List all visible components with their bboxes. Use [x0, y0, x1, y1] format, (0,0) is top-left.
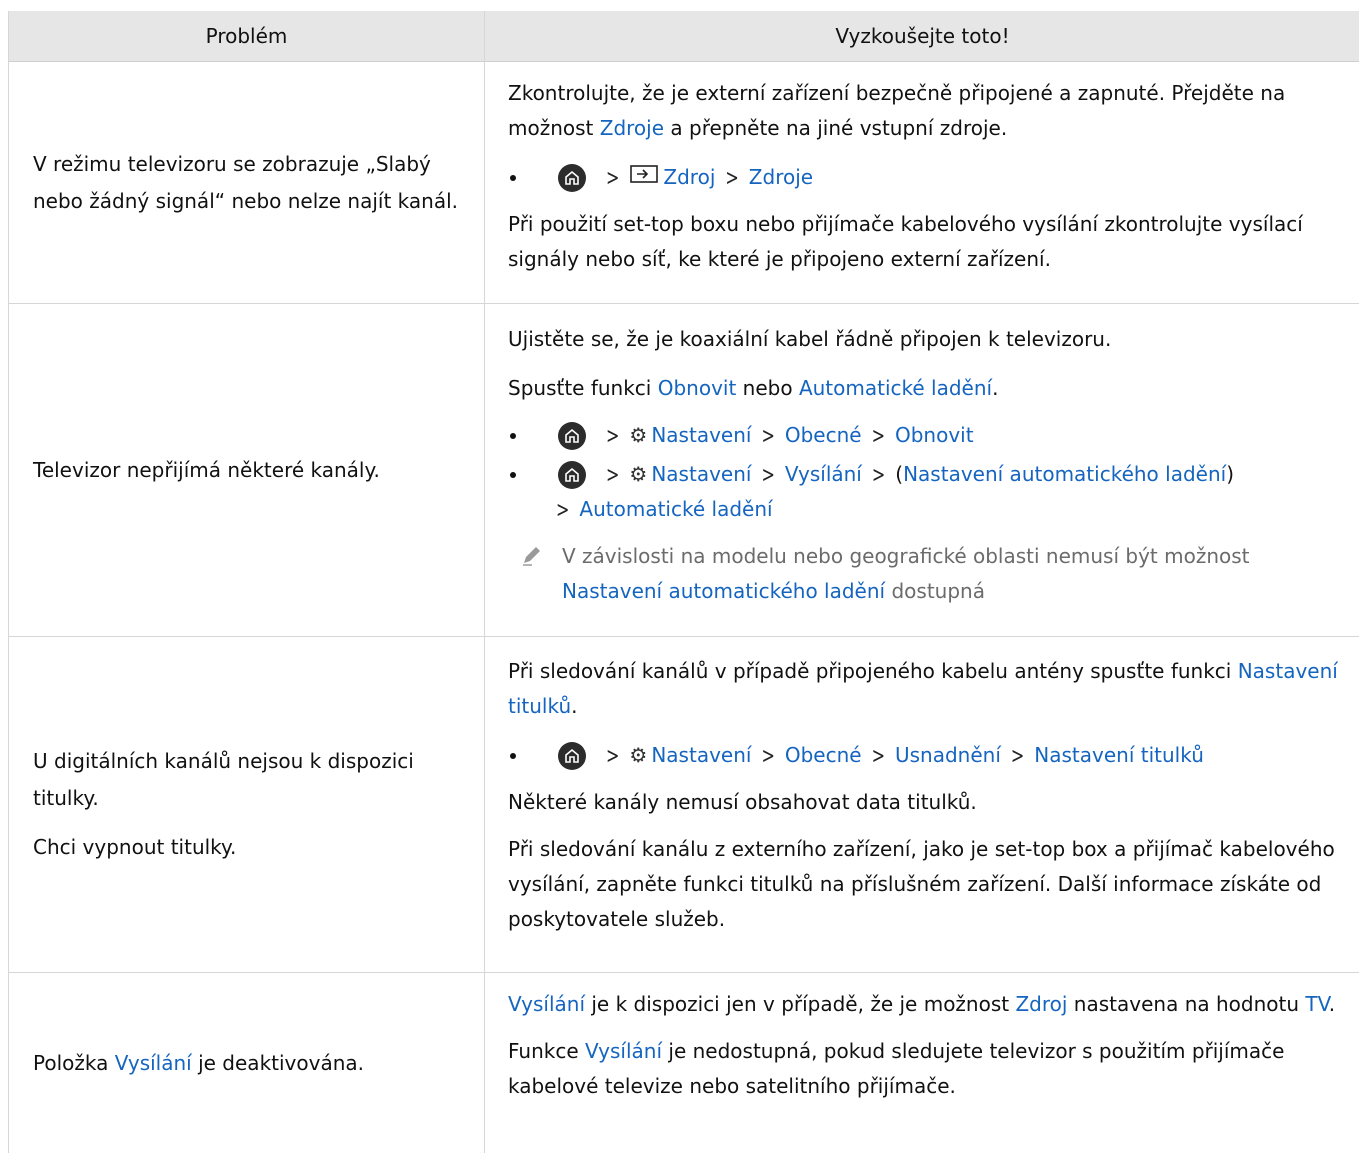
- path-item[interactable]: Nastavení titulků: [1034, 738, 1204, 773]
- link-tv[interactable]: TV: [1305, 992, 1328, 1016]
- solution-text: Při sledování kanálu z externího zařízen…: [508, 837, 1335, 931]
- link-automaticke-ladeni[interactable]: Automatické ladění: [799, 376, 992, 400]
- chevron-right-icon: >: [1010, 742, 1025, 769]
- chevron-right-icon: >: [725, 164, 739, 191]
- path-item[interactable]: Obecné: [785, 738, 862, 773]
- solution-text: Zkontrolujte, že je externí zařízení bez…: [508, 81, 1286, 140]
- problem-text: U digitálních kanálů nejsou k dispozici …: [33, 749, 414, 810]
- problem-cell-3: U digitálních kanálů nejsou k dispozici …: [9, 637, 485, 973]
- link-nastaveni-ladeni[interactable]: Nastavení automatického ladění: [562, 579, 885, 603]
- problem-text: Položka Vysílání je deaktivována.: [33, 1050, 364, 1075]
- problem-cell-4: Položka Vysílání je deaktivována.: [9, 973, 485, 1153]
- problem-cell-2: Televizor nepřijímá některé kanály.: [9, 304, 485, 637]
- menu-path: > ⚙ Nastavení > Obecné > Obnovit: [508, 418, 1338, 453]
- chevron-right-icon: >: [871, 742, 885, 769]
- problem-text: V režimu televizoru se zobrazuje „Slabý …: [33, 151, 459, 213]
- solution-cell-2: Ujistěte se, že je koaxiální kabel řádně…: [485, 304, 1359, 637]
- menu-path: > Zdroj > Zdroje: [508, 160, 1338, 195]
- path-item[interactable]: Nastavení: [651, 738, 751, 773]
- home-icon: [558, 421, 586, 450]
- solution-text: Některé kanály nemusí obsahovat data tit…: [508, 790, 977, 814]
- gear-icon: ⚙: [629, 423, 648, 447]
- problem-text: Chci vypnout titulky.: [33, 835, 237, 859]
- solution-text: Ujistěte se, že je koaxiální kabel řádně…: [508, 327, 1112, 351]
- note: V závislosti na modelu nebo geografické …: [508, 539, 1338, 609]
- header-try-this: Vyzkoušejte toto!: [485, 11, 1359, 62]
- solution-cell-3: Při sledování kanálů v případě připojené…: [485, 637, 1359, 973]
- chevron-right-icon: >: [606, 461, 620, 488]
- path-item[interactable]: Nastavení automatického ladění: [903, 457, 1226, 492]
- source-icon: [629, 160, 659, 195]
- solution-text: Vysílání je k dispozici jen v případě, ž…: [508, 992, 1336, 1016]
- chevron-right-icon: >: [556, 496, 570, 523]
- solution-text: Při sledování kanálů v případě připojené…: [508, 659, 1338, 718]
- pencil-note-icon: [520, 543, 544, 578]
- path-item[interactable]: Nastavení: [651, 457, 751, 492]
- link-vysilani[interactable]: Vysílání: [508, 992, 585, 1016]
- link-vysilani[interactable]: Vysílání: [115, 1051, 192, 1075]
- path-item[interactable]: Obnovit: [895, 418, 974, 453]
- link-zdroj[interactable]: Zdroj: [1015, 992, 1067, 1016]
- home-icon: [558, 163, 586, 192]
- path-zdroj[interactable]: Zdroj: [663, 160, 715, 195]
- link-vysilani[interactable]: Vysílání: [585, 1039, 662, 1063]
- path-item[interactable]: Obecné: [785, 418, 862, 453]
- menu-path: > ⚙ Nastavení > Obecné > Usnadnění > Nas…: [508, 738, 1338, 773]
- solution-cell-4: Vysílání je k dispozici jen v případě, ž…: [485, 973, 1359, 1153]
- solution-cell-1: Zkontrolujte, že je externí zařízení bez…: [485, 62, 1359, 304]
- link-zdroje[interactable]: Zdroje: [600, 116, 664, 140]
- chevron-right-icon: >: [606, 742, 620, 769]
- home-icon: [558, 741, 586, 770]
- chevron-right-icon: >: [761, 742, 775, 769]
- problem-text: Televizor nepřijímá některé kanály.: [33, 457, 380, 482]
- header-problem: Problém: [9, 11, 485, 62]
- path-item[interactable]: Usnadnění: [895, 738, 1001, 773]
- menu-path: > ⚙ Nastavení > Vysílání > (Nastavení au…: [508, 457, 1338, 527]
- path-item[interactable]: Nastavení: [651, 418, 751, 453]
- chevron-right-icon: >: [761, 461, 775, 488]
- gear-icon: ⚙: [629, 462, 648, 486]
- link-obnovit[interactable]: Obnovit: [658, 376, 737, 400]
- chevron-right-icon: >: [871, 461, 886, 488]
- solution-text: Spusťte funkci Obnovit nebo Automatické …: [508, 376, 999, 400]
- solution-text: Funkce Vysílání je nedostupná, pokud sle…: [508, 1039, 1285, 1098]
- chevron-right-icon: >: [606, 164, 620, 191]
- path-zdroje[interactable]: Zdroje: [749, 160, 813, 195]
- gear-icon: ⚙: [629, 743, 648, 767]
- path-item[interactable]: Vysílání: [785, 457, 862, 492]
- solution-text: Při použití set-top boxu nebo přijímače …: [508, 212, 1303, 271]
- troubleshooting-table: Problém Vyzkoušejte toto! V režimu telev…: [8, 11, 1359, 1153]
- problem-cell-1: V režimu televizoru se zobrazuje „Slabý …: [9, 62, 485, 304]
